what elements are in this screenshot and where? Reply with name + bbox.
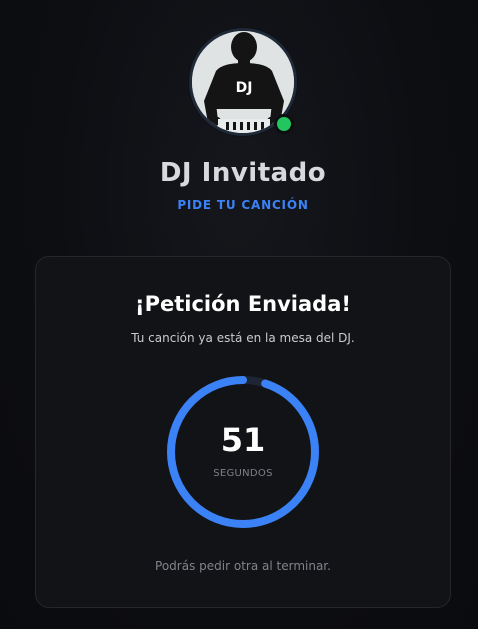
page-title: DJ Invitado [159,158,327,188]
countdown-value: 51 [220,421,266,459]
confirmation-message: Tu canción ya está en la mesa del DJ. [131,331,355,345]
page-subtitle: PIDE TU CANCIÓN [177,198,309,212]
countdown-unit-label: SEGUNDOS [213,468,273,479]
avatar-badge-text: DJ [236,80,253,96]
dj-avatar: DJ [189,28,297,136]
confirmation-title: ¡Petición Enviada! [135,292,351,316]
request-confirmation-page: DJ DJ Invitado PIDE TU CANCIÓN ¡Petición… [0,0,478,629]
online-status-indicator [274,114,294,134]
retry-note: Podrás pedir otra al terminar. [155,559,331,573]
